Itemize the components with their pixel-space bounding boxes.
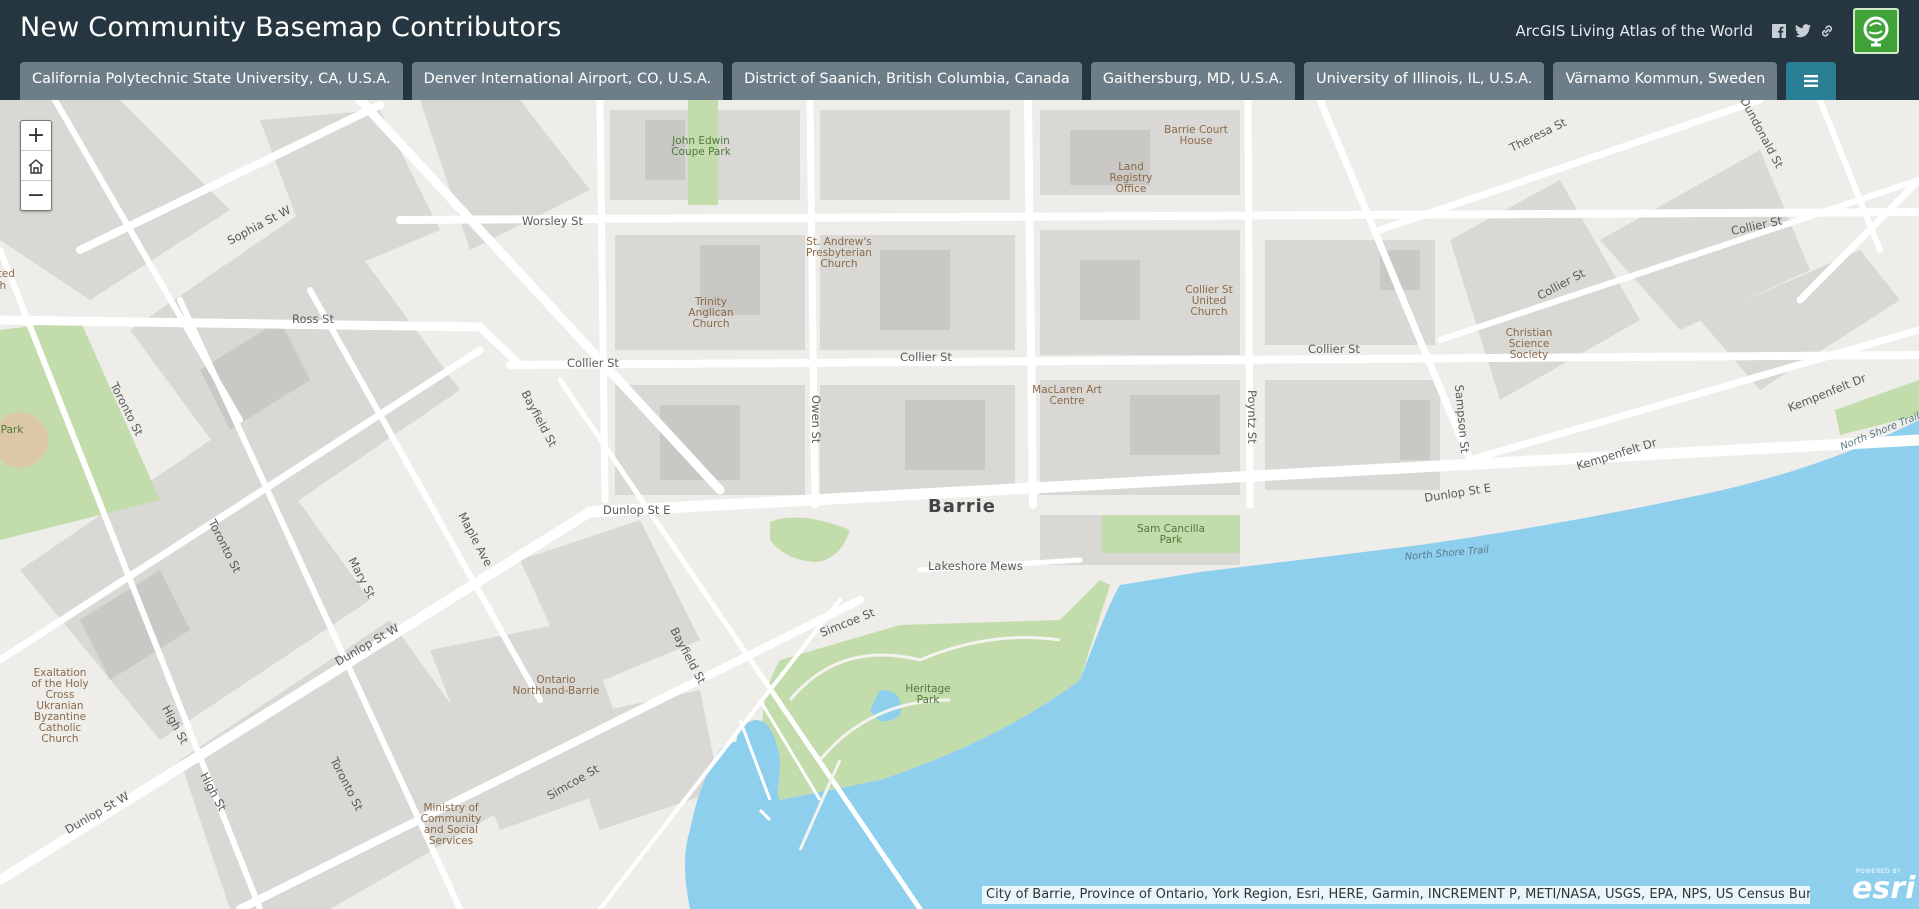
street-label-poyntz: Poyntz St: [1245, 390, 1259, 444]
poi-label-line: Centre: [1049, 395, 1084, 407]
poi-partial-united: Jnited: [0, 268, 15, 280]
basemap: Sophia St W Worsley St Ross St Collier S…: [0, 100, 1919, 909]
poi-christian-science: Christian Science Society: [1506, 327, 1553, 361]
location-tabs: California Polytechnic State University,…: [20, 62, 1837, 100]
poi-label-line: Services: [429, 835, 473, 847]
street-label-collier-2: Collier St: [900, 350, 952, 364]
poi-partial-church: ch: [0, 280, 6, 292]
poi-john-edwin-park: John Edwin Coupe Park: [671, 135, 732, 158]
poi-exaltation-church: Exaltation of the Holy Cross Ukranian Byzant…: [31, 667, 88, 745]
tab-varnamo[interactable]: Värnamo Kommun, Sweden: [1553, 62, 1778, 100]
poi-park: Park: [1, 424, 25, 436]
link-icon[interactable]: [1819, 23, 1835, 39]
poi-label-line: Church: [1190, 306, 1227, 318]
poi-label-line: Office: [1116, 183, 1147, 195]
poi-label-line: Church: [692, 318, 729, 330]
home-button[interactable]: [21, 151, 51, 181]
poi-label-line: Church: [820, 258, 857, 270]
zoom-out-button[interactable]: −: [21, 181, 51, 210]
app-header: New Community Basemap Contributors ArcGI…: [0, 0, 1919, 100]
map-attribution[interactable]: City of Barrie, Province of Ontario, Yor…: [982, 886, 1810, 904]
street-label-dunlop-e-1: Dunlop St E: [603, 503, 670, 517]
street-label-ross: Ross St: [292, 312, 334, 326]
header-links: ArcGIS Living Atlas of the World: [1516, 6, 1899, 56]
tab-gaithersburg[interactable]: Gaithersburg, MD, U.S.A.: [1090, 62, 1296, 100]
tab-univ-illinois[interactable]: University of Illinois, IL, U.S.A.: [1304, 62, 1545, 100]
poi-ministry: Ministry of Community and Social Services: [421, 802, 482, 847]
poi-label-line: House: [1180, 135, 1213, 147]
poi-label-line: Park: [917, 694, 941, 706]
poi-collier-united: Collier St United Church: [1185, 284, 1232, 318]
living-atlas-link[interactable]: ArcGIS Living Atlas of the World: [1516, 22, 1753, 40]
zoom-in-button[interactable]: +: [21, 121, 51, 151]
street-label-worsley: Worsley St: [522, 214, 583, 228]
poi-label-line: Church: [41, 733, 78, 745]
facebook-icon[interactable]: [1771, 23, 1787, 39]
living-atlas-logo[interactable]: [1853, 8, 1899, 54]
street-label-collier-1: Collier St: [567, 356, 619, 370]
twitter-icon[interactable]: [1795, 23, 1811, 39]
tab-cal-poly[interactable]: California Polytechnic State University,…: [20, 62, 403, 100]
home-icon: [28, 158, 44, 174]
esri-logo: POWERED BY esri: [1852, 868, 1916, 906]
tab-menu-button[interactable]: [1786, 62, 1837, 100]
poi-label-line: Society: [1510, 349, 1549, 361]
list-menu-icon: [1804, 75, 1819, 87]
poi-label-line: Northland-Barrie: [513, 685, 600, 697]
tab-denver-airport[interactable]: Denver International Airport, CO, U.S.A.: [411, 62, 724, 100]
street-label-owen: Owen St: [809, 395, 823, 444]
city-label: Barrie: [928, 496, 996, 517]
page-title: New Community Basemap Contributors: [20, 12, 562, 43]
poi-label-line: Coupe Park: [671, 146, 731, 158]
street-label-collier-3: Collier St: [1308, 342, 1360, 356]
tab-saanich[interactable]: District of Saanich, British Columbia, C…: [732, 62, 1082, 100]
poi-trinity-anglican: Trinity Anglican Church: [688, 296, 733, 330]
street-label-lakeshore: Lakeshore Mews: [928, 559, 1023, 573]
map-view[interactable]: Sophia St W Worsley St Ross St Collier S…: [0, 100, 1919, 909]
esri-wordmark: esri: [1852, 871, 1916, 906]
zoom-controls: + −: [20, 120, 52, 211]
poi-label-line: Park: [1160, 534, 1184, 546]
